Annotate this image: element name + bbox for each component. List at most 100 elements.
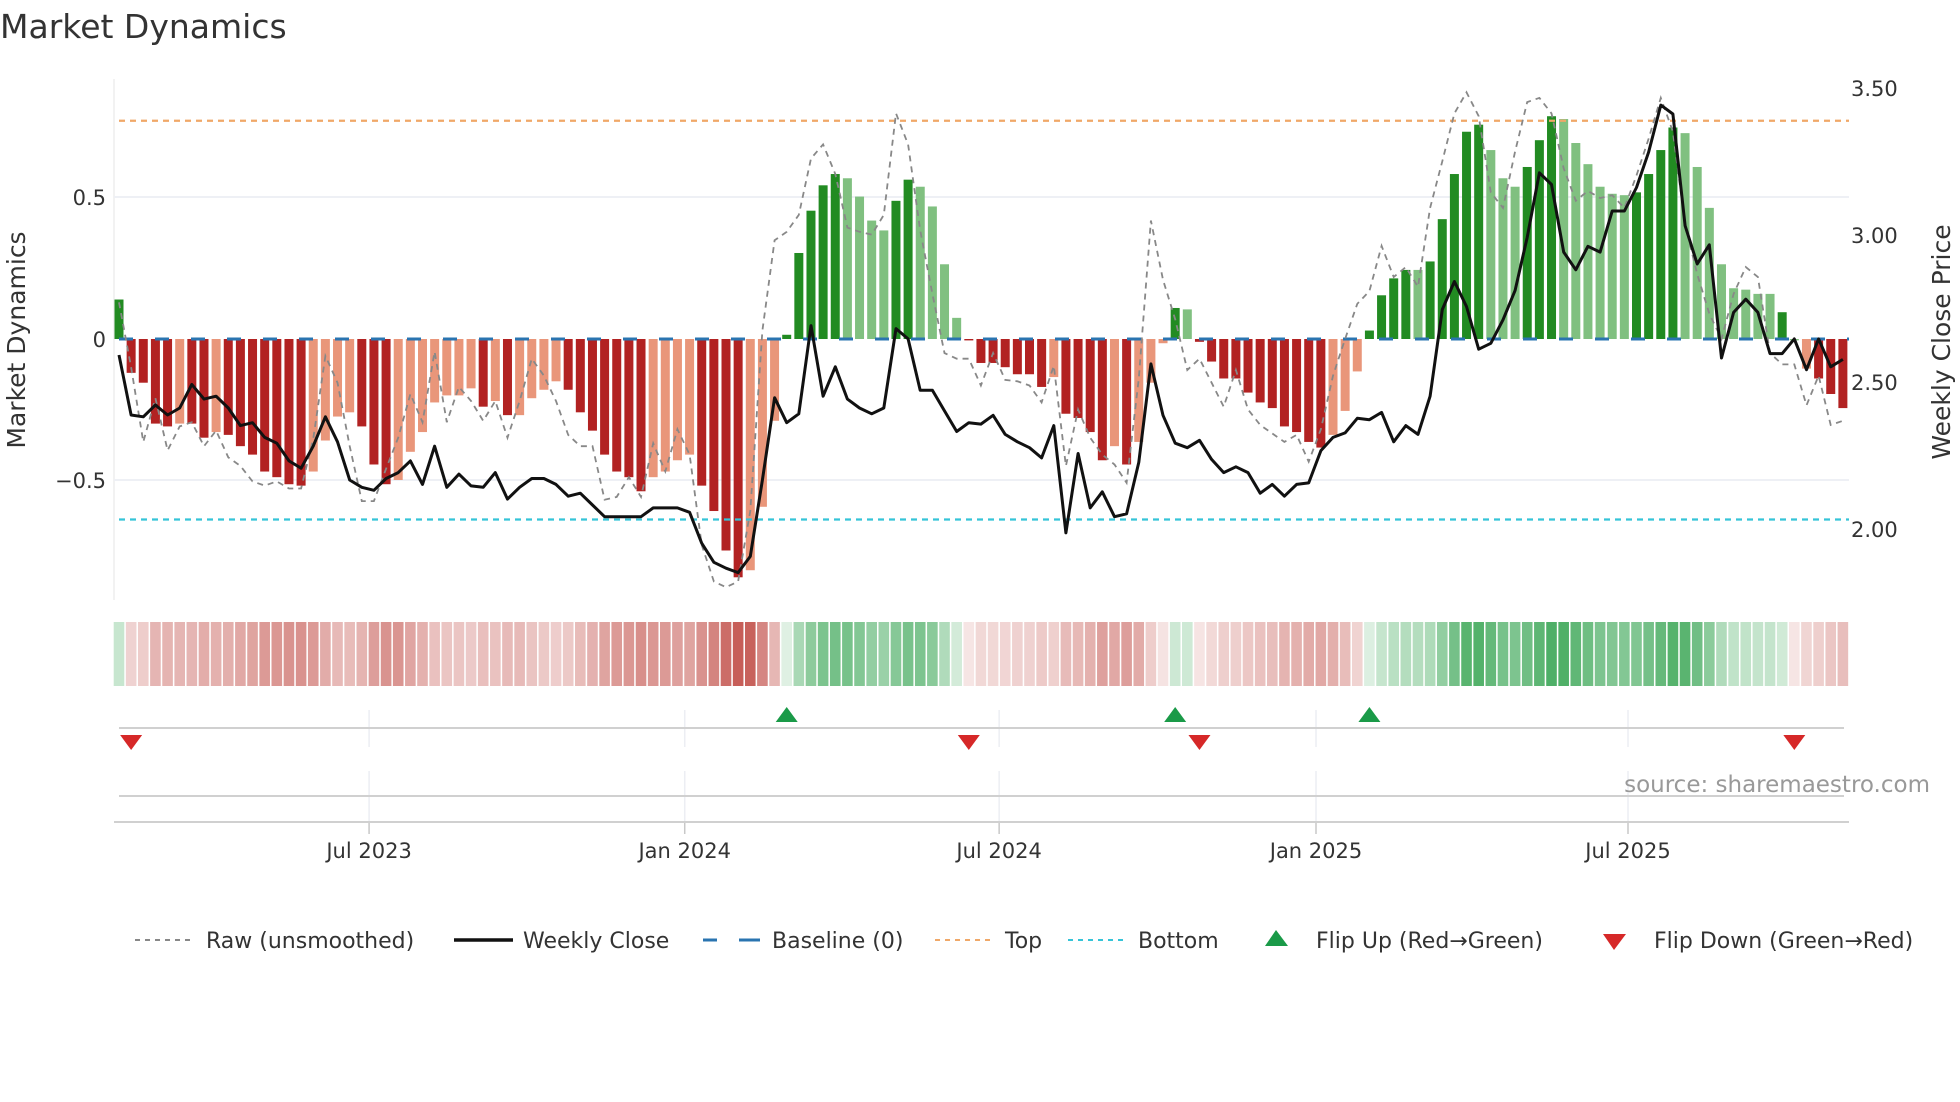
bar	[940, 264, 950, 339]
bar	[976, 339, 986, 363]
bar	[490, 339, 500, 402]
bar	[223, 339, 233, 435]
bar	[1279, 339, 1289, 427]
heat-cell	[1691, 622, 1703, 686]
heat-cell	[490, 622, 501, 686]
heat-cell	[672, 622, 683, 686]
heat-cell	[307, 622, 319, 686]
heat-cell	[1400, 622, 1412, 686]
heat-cell	[902, 622, 914, 686]
heat-cell	[611, 622, 623, 686]
heat-cell	[963, 622, 975, 686]
heat-cell	[1521, 622, 1533, 686]
heat-cell	[1230, 622, 1242, 686]
heat-cell	[1254, 622, 1266, 686]
bar	[709, 339, 719, 512]
heat-cell	[259, 622, 270, 686]
heat-cell	[914, 622, 926, 686]
bar	[733, 339, 743, 578]
heat-cell	[137, 622, 149, 686]
heat-cell	[720, 622, 732, 686]
bar	[818, 185, 828, 339]
heat-cell	[162, 622, 173, 686]
heat-cell	[1546, 622, 1557, 686]
bar	[1437, 219, 1447, 339]
bar	[891, 200, 901, 339]
bar	[1644, 174, 1654, 339]
heat-cell	[538, 622, 550, 686]
heat-cell	[829, 622, 841, 686]
bar	[563, 339, 573, 390]
heat-cell	[1097, 622, 1108, 686]
heat-cell	[1485, 622, 1497, 686]
heat-cell	[805, 622, 817, 686]
heat-cell	[769, 622, 780, 686]
heat-cell	[113, 622, 125, 686]
heat-cell	[1169, 622, 1181, 686]
heat-cell	[1279, 622, 1290, 686]
bar	[636, 339, 646, 492]
bar	[855, 196, 865, 339]
bar	[1000, 339, 1010, 368]
heat-cell	[1582, 622, 1594, 686]
bar	[1340, 339, 1350, 411]
heat-cell	[465, 622, 477, 686]
bar	[660, 339, 670, 472]
heat-cell	[660, 622, 671, 686]
bar	[782, 334, 792, 339]
flip-up-marker-icon	[775, 707, 798, 722]
legend-flip-down-icon	[1603, 934, 1626, 950]
heat-cell	[1303, 622, 1315, 686]
bar	[1207, 339, 1217, 362]
heat-cell	[878, 622, 890, 686]
bar	[248, 339, 258, 455]
legend-baseline-label: Baseline (0)	[772, 929, 903, 954]
bar	[1510, 186, 1520, 339]
bar	[1255, 339, 1265, 403]
bar	[927, 206, 937, 339]
heat-cell	[1716, 622, 1727, 686]
heat-cell	[1133, 622, 1145, 686]
bar	[1182, 309, 1192, 339]
bar	[1097, 339, 1107, 461]
heat-cell	[344, 622, 355, 686]
bar	[442, 339, 452, 396]
bar	[1449, 174, 1459, 339]
y-tick-label: 0.5	[73, 186, 106, 210]
heat-cell	[1594, 622, 1606, 686]
heat-cell	[295, 622, 307, 686]
bar	[1219, 339, 1229, 379]
x-tick-label: Jan 2024	[636, 839, 731, 863]
bar	[1534, 140, 1544, 339]
bar	[418, 339, 427, 433]
heat-cell	[1825, 622, 1837, 686]
heat-cell	[793, 622, 805, 686]
x-axis: Jul 2023 Jan 2024 Jul 2024 Jan 2025 Jul …	[324, 839, 1670, 863]
bar	[1037, 339, 1047, 387]
x-tick-label: Jan 2025	[1268, 839, 1363, 863]
heat-cell	[1072, 622, 1084, 686]
market-dynamics-chart: Market Dynamics 0.5 0 −0.5 3.50 3.00 2.5…	[0, 7, 1956, 954]
x-tick-label: Jul 2024	[954, 839, 1041, 863]
heat-cell	[1109, 622, 1120, 686]
heat-cell	[1364, 622, 1375, 686]
heat-cell	[890, 622, 902, 686]
heat-cell	[380, 622, 392, 686]
heat-cell	[696, 622, 708, 686]
heat-cell	[441, 622, 453, 686]
legend-bottom-label: Bottom	[1138, 929, 1219, 954]
bar	[1352, 339, 1362, 372]
heat-cell	[854, 622, 865, 686]
bar	[393, 339, 403, 480]
flip-down-marker-icon	[120, 735, 143, 750]
heat-cell	[247, 622, 258, 686]
flip-down-marker-icon	[1783, 735, 1806, 750]
bar	[1304, 339, 1314, 442]
heat-cell	[1267, 622, 1278, 686]
heat-cell	[368, 622, 380, 686]
heat-cell	[817, 622, 829, 686]
bar	[1170, 307, 1180, 339]
bar	[1838, 339, 1848, 409]
heat-cell	[477, 622, 489, 686]
heat-cell	[1606, 622, 1618, 686]
